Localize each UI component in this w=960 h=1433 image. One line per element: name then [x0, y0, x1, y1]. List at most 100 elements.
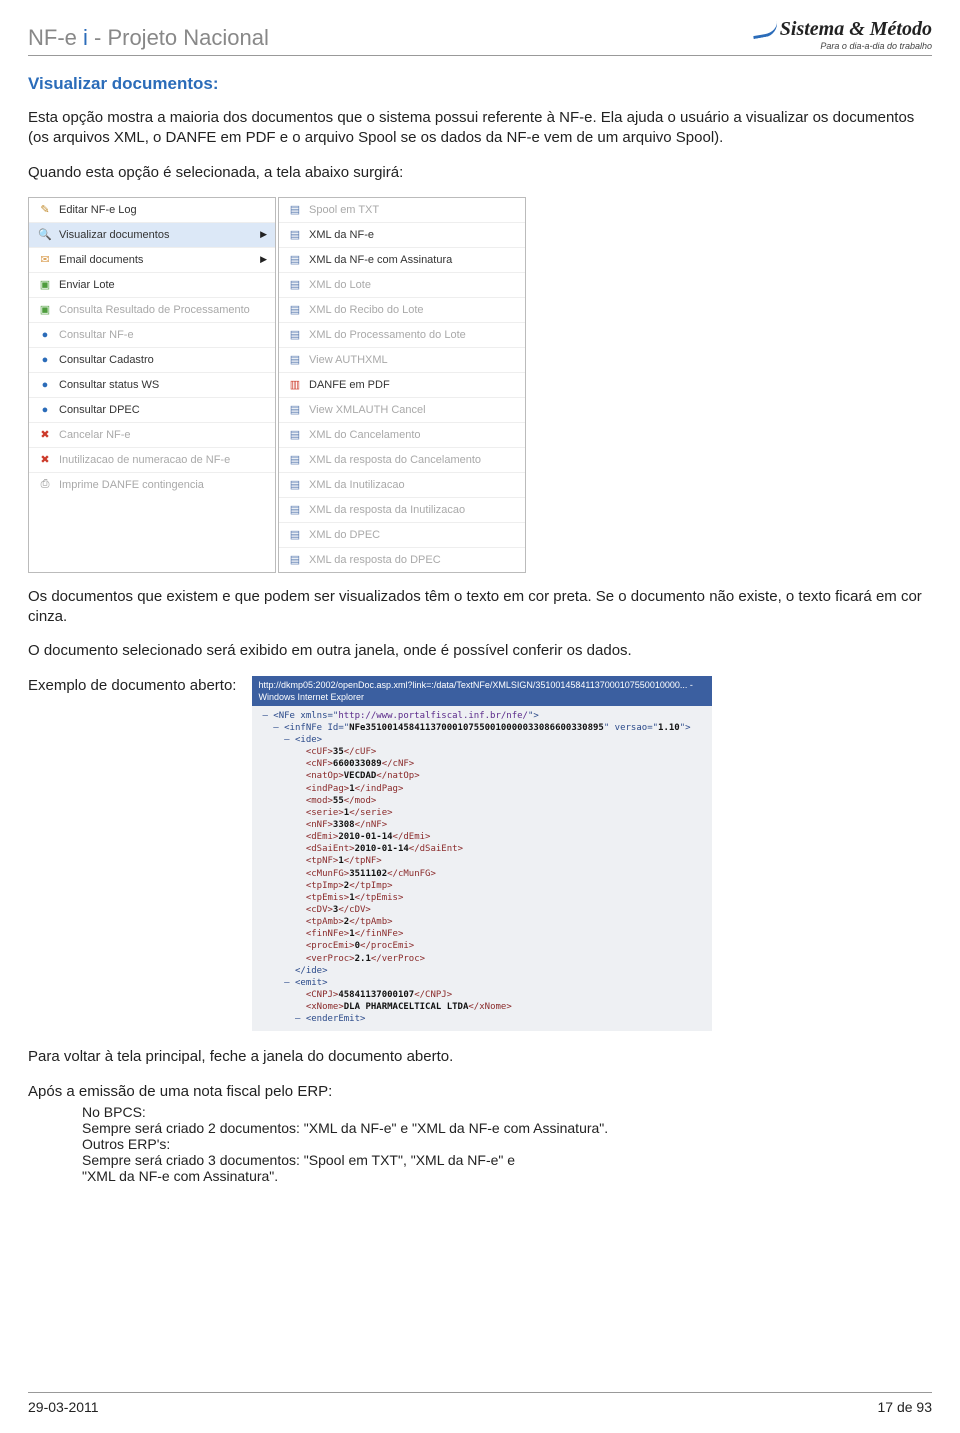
line-other-erp: Outros ERP's:: [82, 1136, 932, 1152]
xml-mod: 55: [333, 796, 344, 806]
doc-icon: ▤: [287, 427, 303, 443]
menu-right-item[interactable]: ▤ XML da NF-e com Assinatura: [279, 248, 525, 273]
menu-item-label: DANFE em PDF: [309, 379, 390, 391]
menu-left-item[interactable]: ●Consultar DPEC: [29, 398, 275, 423]
header-title: NF-e i - Projeto Nacional: [28, 25, 269, 51]
paragraph-when-selected: Quando esta opção é selecionada, a tela …: [28, 163, 932, 183]
brand-logo: Sistema & Método: [752, 18, 932, 41]
menu-left-item[interactable]: ●Consultar NF-e: [29, 323, 275, 348]
menu-item-label: Enviar Lote: [59, 279, 115, 291]
menu-screenshot: ✎ Editar NF-e Log 🔍 Visualizar documentos ▶ ✉…: [28, 197, 932, 573]
mag-icon: 🔍: [37, 227, 53, 243]
footer-date: 29-03-2011: [28, 1399, 99, 1415]
menu-left-item[interactable]: ▣Consulta Resultado de Processamento: [29, 298, 275, 323]
menu-right-item[interactable]: ▤ XML do Recibo do Lote: [279, 298, 525, 323]
doc-icon: ▤: [287, 227, 303, 243]
line-bpcs-docs: Sempre será criado 2 documentos: "XML da…: [82, 1120, 932, 1136]
menu-item-label: Consultar status WS: [59, 379, 159, 391]
paragraph-colors: Os documentos que existem e que podem se…: [28, 587, 932, 628]
menu-right-item[interactable]: ▤ XML do Cancelamento: [279, 423, 525, 448]
blue-icon: ●: [37, 377, 53, 393]
line-other-docs1: Sempre será criado 3 documentos: "Spool …: [82, 1152, 932, 1168]
xml-screenshot: http://dkmp05:2002/openDoc.asp.xml?link=…: [252, 676, 712, 1032]
menu-item-label: XML do DPEC: [309, 529, 380, 541]
menu-left-item[interactable]: ✉Email documents▶: [29, 248, 275, 273]
pdf-icon: ▥: [287, 377, 303, 393]
brand-tagline: Para o dia-a-dia do trabalho: [752, 41, 932, 51]
menu-right-item[interactable]: ▤XML da resposta do Cancelamento: [279, 448, 525, 473]
menu-right-item[interactable]: ▤View XMLAUTH Cancel: [279, 398, 525, 423]
menu-item-label: XML da NF-e com Assinatura: [309, 254, 452, 266]
menu-right-item[interactable]: ▤ XML da Inutilizacao: [279, 473, 525, 498]
menu-item-label: XML do Cancelamento: [309, 429, 421, 441]
xml-window-title: http://dkmp05:2002/openDoc.asp.xml?link=…: [252, 676, 712, 706]
example-label: Exemplo de documento aberto:: [28, 676, 236, 1032]
doc-icon: ▤: [287, 477, 303, 493]
menu-item-label: Spool em TXT: [309, 204, 379, 216]
pencil-icon: ✎: [37, 202, 53, 218]
menu-item-label: Editar NF-e Log: [59, 204, 137, 216]
line-bpcs: No BPCS:: [82, 1104, 932, 1120]
doc-icon: ▤: [287, 277, 303, 293]
doc-icon: ▤: [287, 327, 303, 343]
section-heading: Visualizar documentos:: [28, 74, 932, 94]
mail-icon: ✉: [37, 252, 53, 268]
menu-right-item[interactable]: ▤XML do Processamento do Lote: [279, 323, 525, 348]
menu-right-item[interactable]: ▤XML da resposta do DPEC: [279, 548, 525, 572]
menu-right-item[interactable]: ▤ View AUTHXML: [279, 348, 525, 373]
xml-dsaient: 2010-01-14: [355, 844, 409, 854]
menu-right-item[interactable]: ▤Spool em TXT: [279, 198, 525, 223]
xml-natop: VECDAD: [344, 771, 377, 781]
menu-left-item[interactable]: ⎙Imprime DANFE contingencia: [29, 473, 275, 497]
blue-icon: ●: [37, 402, 53, 418]
menu-item-label: XML da resposta do DPEC: [309, 554, 441, 566]
line-other-docs2: "XML da NF-e com Assinatura".: [82, 1168, 932, 1184]
menu-left-item[interactable]: 🔍 Visualizar documentos ▶: [29, 223, 275, 248]
menu-item-label: Consultar NF-e: [59, 329, 134, 341]
submenu-arrow-icon: ▶: [260, 229, 267, 240]
menu-left-item[interactable]: ▣ Enviar Lote: [29, 273, 275, 298]
paragraph-close: Para voltar à tela principal, feche a ja…: [28, 1047, 932, 1067]
menu-right-item[interactable]: ▥ DANFE em PDF: [279, 373, 525, 398]
menu-right-item[interactable]: ▤XML da resposta da Inutilizacao: [279, 498, 525, 523]
menu-item-label: Imprime DANFE contingencia: [59, 479, 204, 491]
xml-infid: NFe3510014584113700010755001000003308660…: [349, 723, 604, 733]
menu-right-item[interactable]: ▤XML do DPEC: [279, 523, 525, 548]
menu-item-label: XML da resposta do Cancelamento: [309, 454, 481, 466]
menu-item-label: Consultar Cadastro: [59, 354, 154, 366]
menu-left-item[interactable]: ● Consultar status WS: [29, 373, 275, 398]
menu-item-label: Visualizar documentos: [59, 229, 169, 241]
menu-left-item[interactable]: ✖Inutilizacao de numeracao de NF-e: [29, 448, 275, 473]
menu-item-label: XML do Recibo do Lote: [309, 304, 424, 316]
doc-icon: ▤: [287, 302, 303, 318]
xml-versao: 1.10: [658, 723, 680, 733]
swoosh-icon: [750, 18, 779, 39]
menu-left-item[interactable]: ✖Cancelar NF-e: [29, 423, 275, 448]
doc-icon: ▤: [287, 502, 303, 518]
menu-item-label: XML do Lote: [309, 279, 371, 291]
doc-icon: ▤: [287, 402, 303, 418]
xml-verproc: 2.1: [355, 954, 371, 964]
paragraph-window: O documento selecionado será exibido em …: [28, 641, 932, 661]
page-header: NF-e i - Projeto Nacional Sistema & Méto…: [28, 18, 932, 56]
xml-cmunfg: 3511102: [349, 869, 387, 879]
xml-cuf: 35: [333, 747, 344, 757]
xml-nnf: 3308: [333, 820, 355, 830]
menu-item-label: XML da NF-e: [309, 229, 374, 241]
menu-right-item[interactable]: ▤ XML do Lote: [279, 273, 525, 298]
green-icon: ▣: [37, 277, 53, 293]
doc-icon: ▤: [287, 352, 303, 368]
menu-left-item[interactable]: ● Consultar Cadastro: [29, 348, 275, 373]
xml-demi: 2010-01-14: [338, 832, 392, 842]
header-prefix: NF-e: [28, 25, 83, 50]
xml-cnpj: 45841137000107: [338, 990, 414, 1000]
menu-left-item[interactable]: ✎ Editar NF-e Log: [29, 198, 275, 223]
doc-icon: ▤: [287, 252, 303, 268]
menu-item-label: View AUTHXML: [309, 354, 388, 366]
menu-right-item[interactable]: ▤ XML da NF-e: [279, 223, 525, 248]
brand-name: Sistema & Método: [780, 18, 932, 40]
menu-item-label: Consulta Resultado de Processamento: [59, 304, 250, 316]
red-icon: ✖: [37, 427, 53, 443]
blue-icon: ●: [37, 352, 53, 368]
menu-item-label: XML da Inutilizacao: [309, 479, 405, 491]
